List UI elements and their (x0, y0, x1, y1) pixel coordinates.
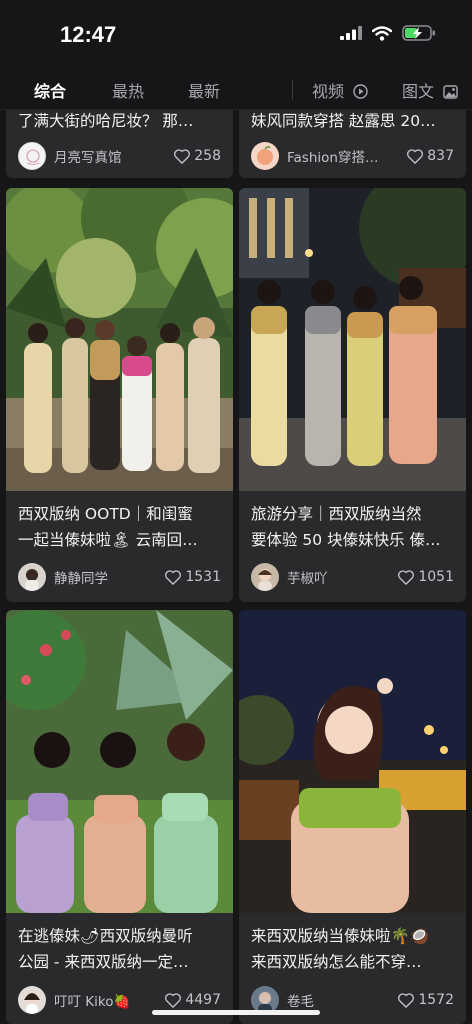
like-count[interactable]: 4497 (164, 992, 221, 1008)
card-title-line-2: 来西双版纳怎么能不穿… (251, 953, 422, 971)
tab-divider (292, 80, 293, 100)
wifi-icon (372, 25, 392, 41)
avatar[interactable] (18, 142, 46, 170)
status-bar: 12:47 (0, 0, 472, 70)
like-count[interactable]: 1051 (397, 569, 454, 585)
feed-tab-bar: 综合 最热 最新 视频 图文 (0, 70, 472, 110)
avatar[interactable] (18, 986, 46, 1014)
home-indicator[interactable] (152, 1010, 320, 1015)
tab-hot[interactable]: 最热 (112, 78, 144, 102)
status-icons (340, 25, 436, 41)
card-author[interactable]: Fashion穿搭… (287, 146, 406, 166)
card-author[interactable]: 月亮写真馆 (54, 146, 173, 166)
like-count[interactable]: 1572 (397, 992, 454, 1008)
feed-card[interactable]: 来西双版纳当傣妹啦🌴🥥 来西双版纳怎么能不穿… 卷毛 1572 (239, 610, 466, 1024)
tab-imagetext-label: 图文 (402, 82, 435, 101)
heart-icon (398, 993, 415, 1008)
like-count-value: 1531 (185, 569, 221, 585)
heart-icon (165, 570, 182, 585)
card-author[interactable]: 静静同学 (54, 567, 164, 587)
like-count[interactable]: 837 (406, 148, 454, 164)
like-count-value: 4497 (185, 992, 221, 1008)
card-title-line-2: 公园 - 来西双版纳一定… (18, 953, 189, 971)
tab-video[interactable]: 视频 (312, 78, 368, 102)
play-circle-icon (353, 84, 368, 99)
feed-card[interactable]: 旅游分享｜西双版纳当然 要体验 50 块傣妹快乐 傣… 芋椒吖 1051 (239, 188, 466, 602)
avatar[interactable] (251, 142, 279, 170)
like-count-value: 258 (194, 148, 221, 164)
card-title-line-1: 来西双版纳当傣妹啦🌴🥥 (251, 927, 430, 945)
avatar[interactable] (251, 563, 279, 591)
tab-all[interactable]: 综合 (34, 78, 66, 102)
card-title-line-1: 在逃傣妹🌶西双版纳曼听 (18, 927, 193, 945)
card-author[interactable]: 卷毛 (287, 990, 397, 1010)
image-icon (443, 85, 458, 99)
tab-imagetext[interactable]: 图文 (402, 78, 458, 102)
feed-card[interactable]: 在逃傣妹🌶西双版纳曼听 公园 - 来西双版纳一定… 叮叮 Kiko🍓 4497 (6, 610, 233, 1024)
like-count[interactable]: 1531 (164, 569, 221, 585)
tab-video-label: 视频 (312, 82, 345, 101)
tab-latest[interactable]: 最新 (188, 78, 220, 102)
cellular-signal-icon (340, 26, 362, 40)
battery-charging-icon (402, 25, 435, 41)
card-cover-image (6, 188, 233, 491)
card-cover-image (239, 188, 466, 491)
like-count[interactable]: 258 (173, 148, 221, 164)
like-count-value: 837 (427, 148, 454, 164)
card-cover-image (239, 610, 466, 913)
card-title-line-1: 旅游分享｜西双版纳当然 (251, 505, 422, 523)
heart-icon (165, 993, 182, 1008)
heart-icon (398, 570, 415, 585)
like-count-value: 1051 (418, 569, 454, 585)
card-title-line-2: 一起当傣妹啦🏝 云南回… (18, 531, 198, 549)
feed-card[interactable]: 西双版纳 OOTD｜和闺蜜 一起当傣妹啦🏝 云南回… 静静同学 1531 (6, 188, 233, 602)
card-meta: 芋椒吖 1051 (251, 563, 454, 591)
card-author[interactable]: 叮叮 Kiko🍓 (54, 990, 164, 1010)
card-title-line-2: 要体验 50 块傣妹快乐 傣… (251, 531, 441, 549)
card-author[interactable]: 芋椒吖 (287, 567, 397, 587)
card-title: 妹风同款穿搭 赵露思 20… (251, 112, 436, 130)
card-meta: 月亮写真馆 258 (18, 142, 221, 170)
card-title: 了满大街的哈尼妆？ 那… (18, 112, 194, 130)
card-meta: Fashion穿搭… 837 (251, 142, 454, 170)
card-meta: 静静同学 1531 (18, 563, 221, 591)
heart-icon (407, 149, 424, 164)
status-time: 12:47 (60, 22, 117, 47)
card-cover-image (6, 610, 233, 913)
card-title-line-1: 西双版纳 OOTD｜和闺蜜 (18, 505, 193, 523)
avatar[interactable] (18, 563, 46, 591)
heart-icon (174, 149, 191, 164)
like-count-value: 1572 (418, 992, 454, 1008)
